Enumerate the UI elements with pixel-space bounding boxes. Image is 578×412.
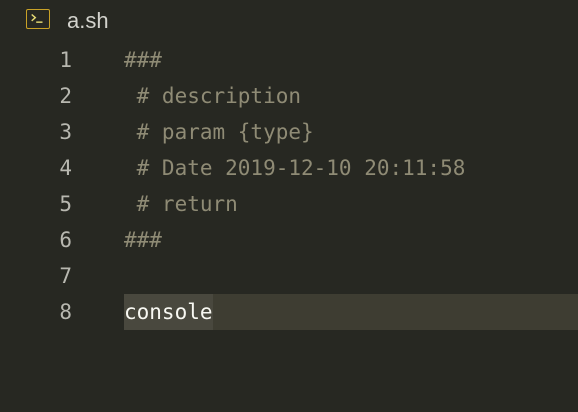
line-number: 7 (59, 264, 72, 288)
code-line-current[interactable]: 8 console (0, 294, 578, 330)
terminal-icon (26, 9, 50, 29)
line-number: 4 (59, 156, 72, 180)
line-text[interactable]: ### (124, 222, 162, 258)
line-text[interactable]: # return (124, 186, 238, 222)
selected-text[interactable]: console (124, 294, 213, 330)
line-number: 2 (59, 84, 72, 108)
line-number: 3 (59, 120, 72, 144)
code-line[interactable]: 2 # description (0, 78, 578, 114)
line-text[interactable]: ### (124, 42, 162, 78)
file-name: a.sh (67, 8, 109, 33)
code-editor[interactable]: a.sh 1 ### 2 # description 3 # param {ty… (0, 0, 578, 412)
file-tab[interactable]: a.sh (0, 0, 578, 42)
code-line[interactable]: 4 # Date 2019-12-10 20:11:58 (0, 150, 578, 186)
code-line[interactable]: 7 (0, 258, 578, 294)
line-text[interactable]: # param {type} (124, 114, 314, 150)
code-line[interactable]: 3 # param {type} (0, 114, 578, 150)
line-text[interactable]: # Date 2019-12-10 20:11:58 (124, 150, 466, 186)
code-line[interactable]: 1 ### (0, 42, 578, 78)
line-number: 1 (59, 48, 72, 72)
line-text[interactable]: # description (124, 78, 301, 114)
code-line[interactable]: 5 # return (0, 186, 578, 222)
line-number: 6 (59, 228, 72, 252)
line-number: 8 (59, 300, 72, 324)
line-number: 5 (59, 192, 72, 216)
code-line[interactable]: 6 ### (0, 222, 578, 258)
